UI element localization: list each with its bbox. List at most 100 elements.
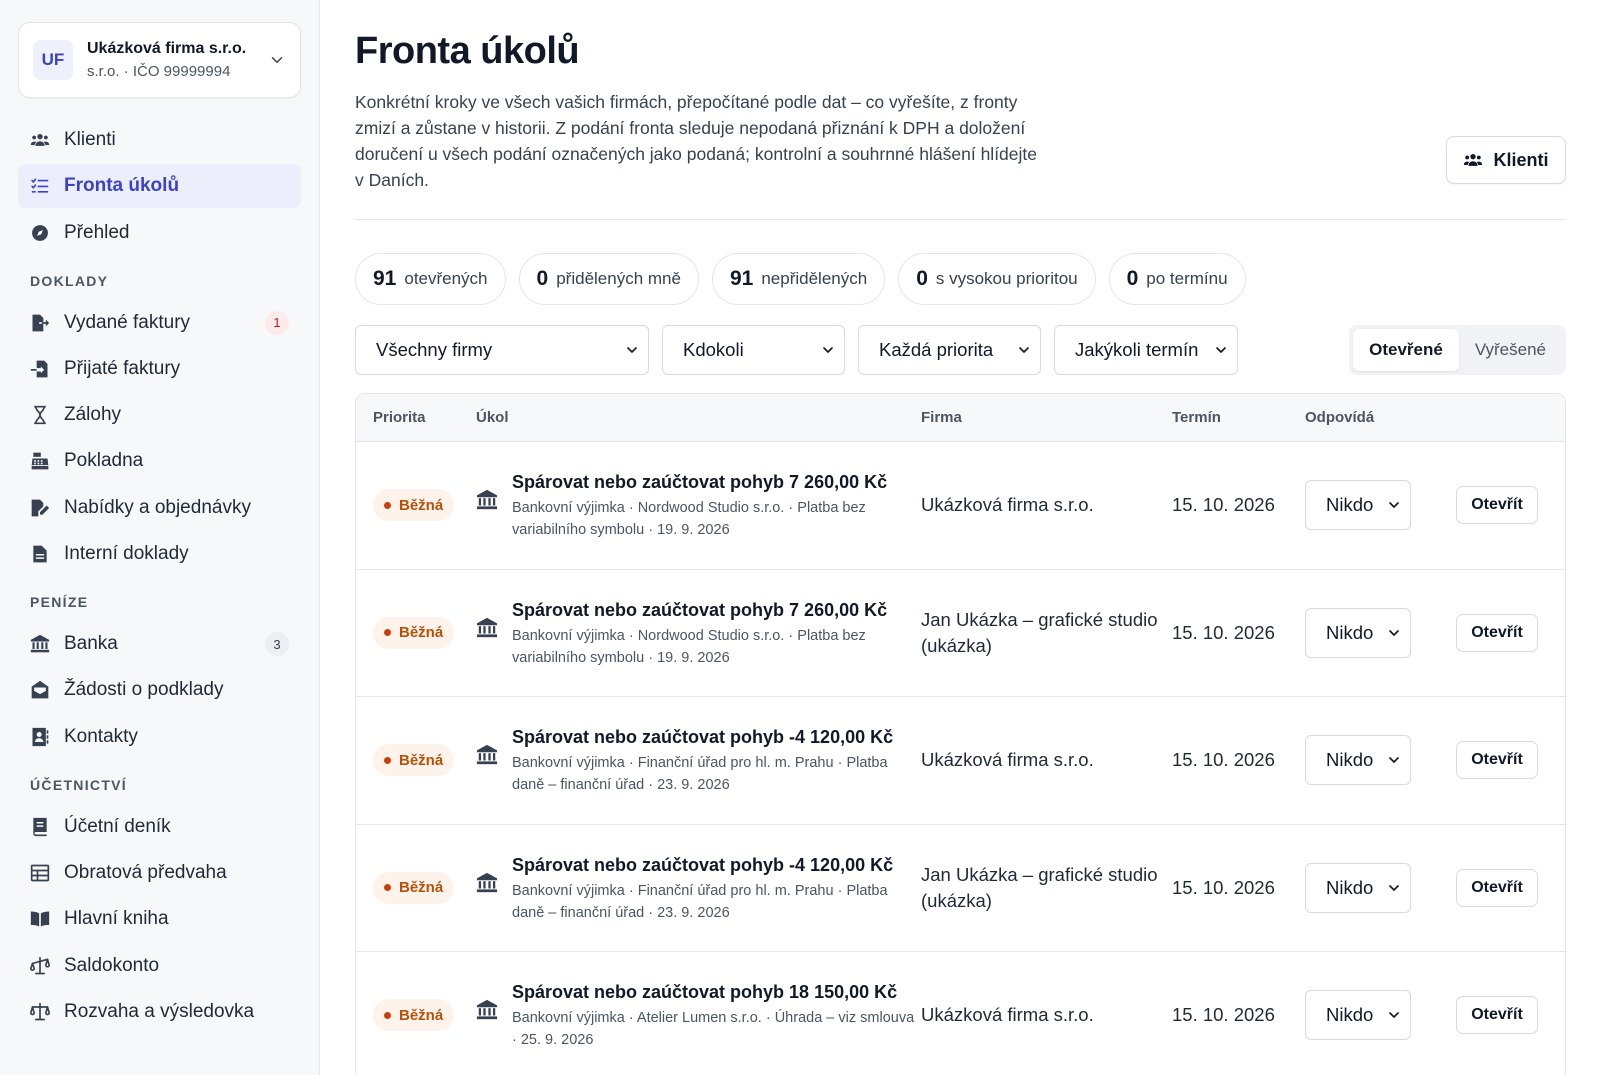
priority-dot — [384, 884, 391, 892]
scale-unbalanced-icon — [30, 956, 50, 974]
table-row: Běžná Spárovat nebo zaúčtovat pohyb 7 26… — [356, 570, 1565, 697]
sidebar-item-rozvaha[interactable]: Rozvaha a výsledovka — [18, 990, 301, 1034]
tasks-table: Priorita Úkol Firma Termín Odpovídá Běžn… — [355, 393, 1566, 1075]
sidebar-item-prijate-faktury[interactable]: Přijaté faktury — [18, 347, 301, 391]
sidebar-item-zadosti[interactable]: Žádosti o podklady — [18, 668, 301, 712]
task-subtitle: Bankovní výjimka · Nordwood Studio s.r.o… — [512, 627, 866, 666]
bank-icon — [30, 634, 50, 653]
task-title: Spárovat nebo zaúčtovat pohyb -4 120,00 … — [512, 854, 894, 875]
open-task-button[interactable]: Otevřít — [1456, 613, 1538, 652]
priority-badge: Běžná — [373, 999, 455, 1032]
stat-chip-unassigned[interactable]: 91 nepřidělených — [711, 253, 886, 305]
company-meta: s.r.o. · IČO 99999994 — [87, 63, 231, 80]
unread-badge: 1 — [265, 310, 289, 335]
column-header-responsible[interactable]: Odpovídá — [1305, 409, 1445, 426]
priority-filter-select[interactable]: Každá priorita — [858, 325, 1041, 375]
chevron-down-icon — [627, 347, 637, 353]
task-title: Spárovat nebo zaúčtovat pohyb 7 260,00 K… — [512, 599, 888, 620]
chevron-down-icon — [1389, 629, 1399, 636]
open-task-button[interactable]: Otevřít — [1456, 741, 1538, 780]
file-signature-icon — [31, 499, 50, 517]
main-content: Fronta úkolů Konkrétní kroky ve všech va… — [320, 0, 1600, 1075]
bank-icon — [476, 490, 498, 510]
file-export-icon — [32, 314, 50, 331]
column-header-term[interactable]: Termín — [1172, 409, 1305, 426]
column-header-priority[interactable]: Priorita — [356, 409, 476, 426]
filters-bar: Všechny firmy Kdokoli Každá priorita Jak… — [355, 325, 1566, 375]
table-row: Běžná Spárovat nebo zaúčtovat pohyb 18 1… — [356, 952, 1565, 1075]
hourglass-icon — [34, 406, 46, 425]
stat-chip-assigned-me[interactable]: 0 přidělených mně — [518, 253, 699, 305]
table-row: Běžná Spárovat nebo zaúčtovat pohyb 7 26… — [356, 442, 1565, 570]
table-header: Priorita Úkol Firma Termín Odpovídá — [356, 394, 1565, 442]
scale-balanced-icon — [30, 1002, 50, 1021]
assignee-filter-select[interactable]: Kdokoli — [662, 325, 845, 375]
responsible-select[interactable]: Nikdo — [1305, 735, 1411, 786]
firm-filter-select[interactable]: Všechny firmy — [355, 325, 649, 375]
priority-dot — [384, 756, 391, 764]
column-header-firm[interactable]: Firma — [921, 409, 1172, 426]
nav-main: Klienti Fronta úkolů Přehled — [18, 118, 301, 255]
sidebar-item-vydane-faktury[interactable]: Vydané faktury 1 — [18, 301, 301, 345]
book-open-icon — [30, 911, 50, 927]
task-title: Spárovat nebo zaúčtovat pohyb 18 150,00 … — [512, 982, 898, 1003]
table-row: Běžná Spárovat nebo zaúčtovat pohyb -4 1… — [356, 697, 1565, 825]
nav-doklady: Vydané faktury 1 Přijaté faktury Zálohy … — [18, 301, 301, 576]
responsible-select[interactable]: Nikdo — [1305, 607, 1411, 658]
task-subtitle: Bankovní výjimka · Finanční úřad pro hl.… — [512, 882, 888, 921]
stat-chip-open[interactable]: 91 otevřených — [355, 253, 506, 305]
priority-dot — [384, 1011, 391, 1019]
open-task-button[interactable]: Otevřít — [1456, 996, 1538, 1035]
open-task-button[interactable]: Otevřít — [1456, 486, 1538, 525]
responsible-select[interactable]: Nikdo — [1305, 862, 1411, 913]
sidebar-item-klienti[interactable]: Klienti — [18, 118, 301, 162]
stat-chip-overdue[interactable]: 0 po termínu — [1108, 253, 1246, 305]
sidebar-item-obratova-predvaha[interactable]: Obratová předvaha — [18, 851, 301, 895]
open-task-button[interactable]: Otevřít — [1456, 868, 1538, 907]
task-firm: Jan Ukázka – grafické studio (ukázka) — [921, 863, 1158, 911]
task-subtitle: Bankovní výjimka · Finanční úřad pro hl.… — [512, 755, 888, 794]
chevron-down-icon — [1389, 502, 1399, 509]
sidebar-item-interni-doklady[interactable]: Interní doklady — [18, 532, 301, 576]
sidebar-item-ucetni-denik[interactable]: Účetní deník — [18, 805, 301, 849]
sidebar-item-banka[interactable]: Banka 3 — [18, 622, 301, 666]
sidebar-item-kontakty[interactable]: Kontakty — [18, 715, 301, 759]
sidebar: UF Ukázková firma s.r.o. s.r.o. · IČO 99… — [0, 0, 320, 1075]
sidebar-item-zalohy[interactable]: Zálohy — [18, 393, 301, 437]
chevron-down-icon — [1389, 1012, 1399, 1019]
responsible-select[interactable]: Nikdo — [1305, 480, 1411, 531]
task-firm: Ukázková firma s.r.o. — [921, 1004, 1094, 1026]
view-toggle: Otevřené Vyřešené — [1349, 325, 1566, 375]
company-avatar: UF — [33, 40, 73, 80]
sidebar-item-saldokonto[interactable]: Saldokonto — [18, 944, 301, 988]
responsible-select[interactable]: Nikdo — [1305, 990, 1411, 1041]
column-header-task[interactable]: Úkol — [476, 409, 921, 426]
task-term: 15. 10. 2026 — [1172, 494, 1275, 516]
task-title: Spárovat nebo zaúčtovat pohyb -4 120,00 … — [512, 727, 894, 748]
tab-open[interactable]: Otevřené — [1353, 329, 1459, 371]
task-term: 15. 10. 2026 — [1172, 1004, 1275, 1026]
sidebar-item-hlavni-kniha[interactable]: Hlavní kniha — [18, 897, 301, 941]
task-firm: Jan Ukázka – grafické studio (ukázka) — [921, 608, 1158, 656]
envelope-open-icon — [31, 681, 49, 699]
task-term: 15. 10. 2026 — [1172, 749, 1275, 771]
tab-resolved[interactable]: Vyřešené — [1459, 329, 1562, 371]
sidebar-item-fronta-ukolu[interactable]: Fronta úkolů — [18, 164, 301, 209]
task-firm: Ukázková firma s.r.o. — [921, 749, 1094, 771]
term-filter-select[interactable]: Jakýkoli termín — [1054, 325, 1238, 375]
priority-badge: Běžná — [373, 744, 455, 777]
sidebar-item-prehled[interactable]: Přehled — [18, 211, 301, 255]
clients-button[interactable]: Klienti — [1446, 136, 1566, 184]
header-divider — [355, 219, 1566, 220]
list-check-icon — [31, 178, 49, 193]
task-term: 15. 10. 2026 — [1172, 876, 1275, 898]
bank-icon — [476, 872, 498, 892]
company-switcher[interactable]: UF Ukázková firma s.r.o. s.r.o. · IČO 99… — [18, 22, 301, 98]
stat-chip-high-priority[interactable]: 0s vysokou prioritou — [898, 253, 1096, 305]
priority-badge: Běžná — [373, 616, 455, 649]
sidebar-item-pokladna[interactable]: Pokladna — [18, 439, 301, 483]
priority-dot — [384, 501, 391, 509]
task-term: 15. 10. 2026 — [1172, 621, 1275, 643]
sidebar-item-nabidky[interactable]: Nabídky a objednávky — [18, 486, 301, 530]
users-icon — [30, 134, 50, 146]
